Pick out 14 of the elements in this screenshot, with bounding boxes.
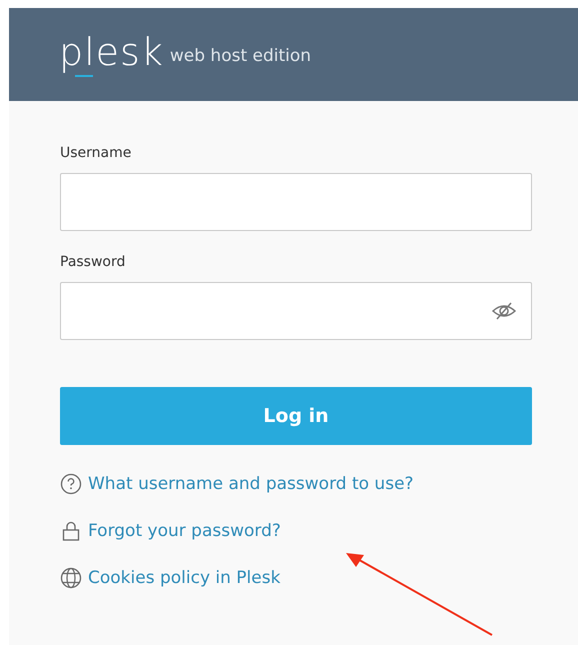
- field-label: Username: [60, 144, 132, 163]
- password-field[interactable]: [60, 282, 532, 340]
- help-link[interactable]: Cookies policy in Plesk: [88, 563, 280, 593]
- edition-label: web host edition: [170, 44, 312, 68]
- logo: plesk: [59, 32, 164, 76]
- field-label: Password: [60, 253, 126, 272]
- help-icon: [60, 473, 82, 495]
- help-link[interactable]: What username and password to use?: [88, 469, 414, 499]
- lock-icon: [60, 520, 82, 542]
- globe-icon: [60, 567, 82, 589]
- help-link[interactable]: Forgot your password?: [88, 516, 281, 546]
- eye-slash-icon[interactable]: [491, 301, 517, 321]
- username-field[interactable]: [60, 173, 532, 231]
- login-button[interactable]: Log in: [60, 387, 532, 445]
